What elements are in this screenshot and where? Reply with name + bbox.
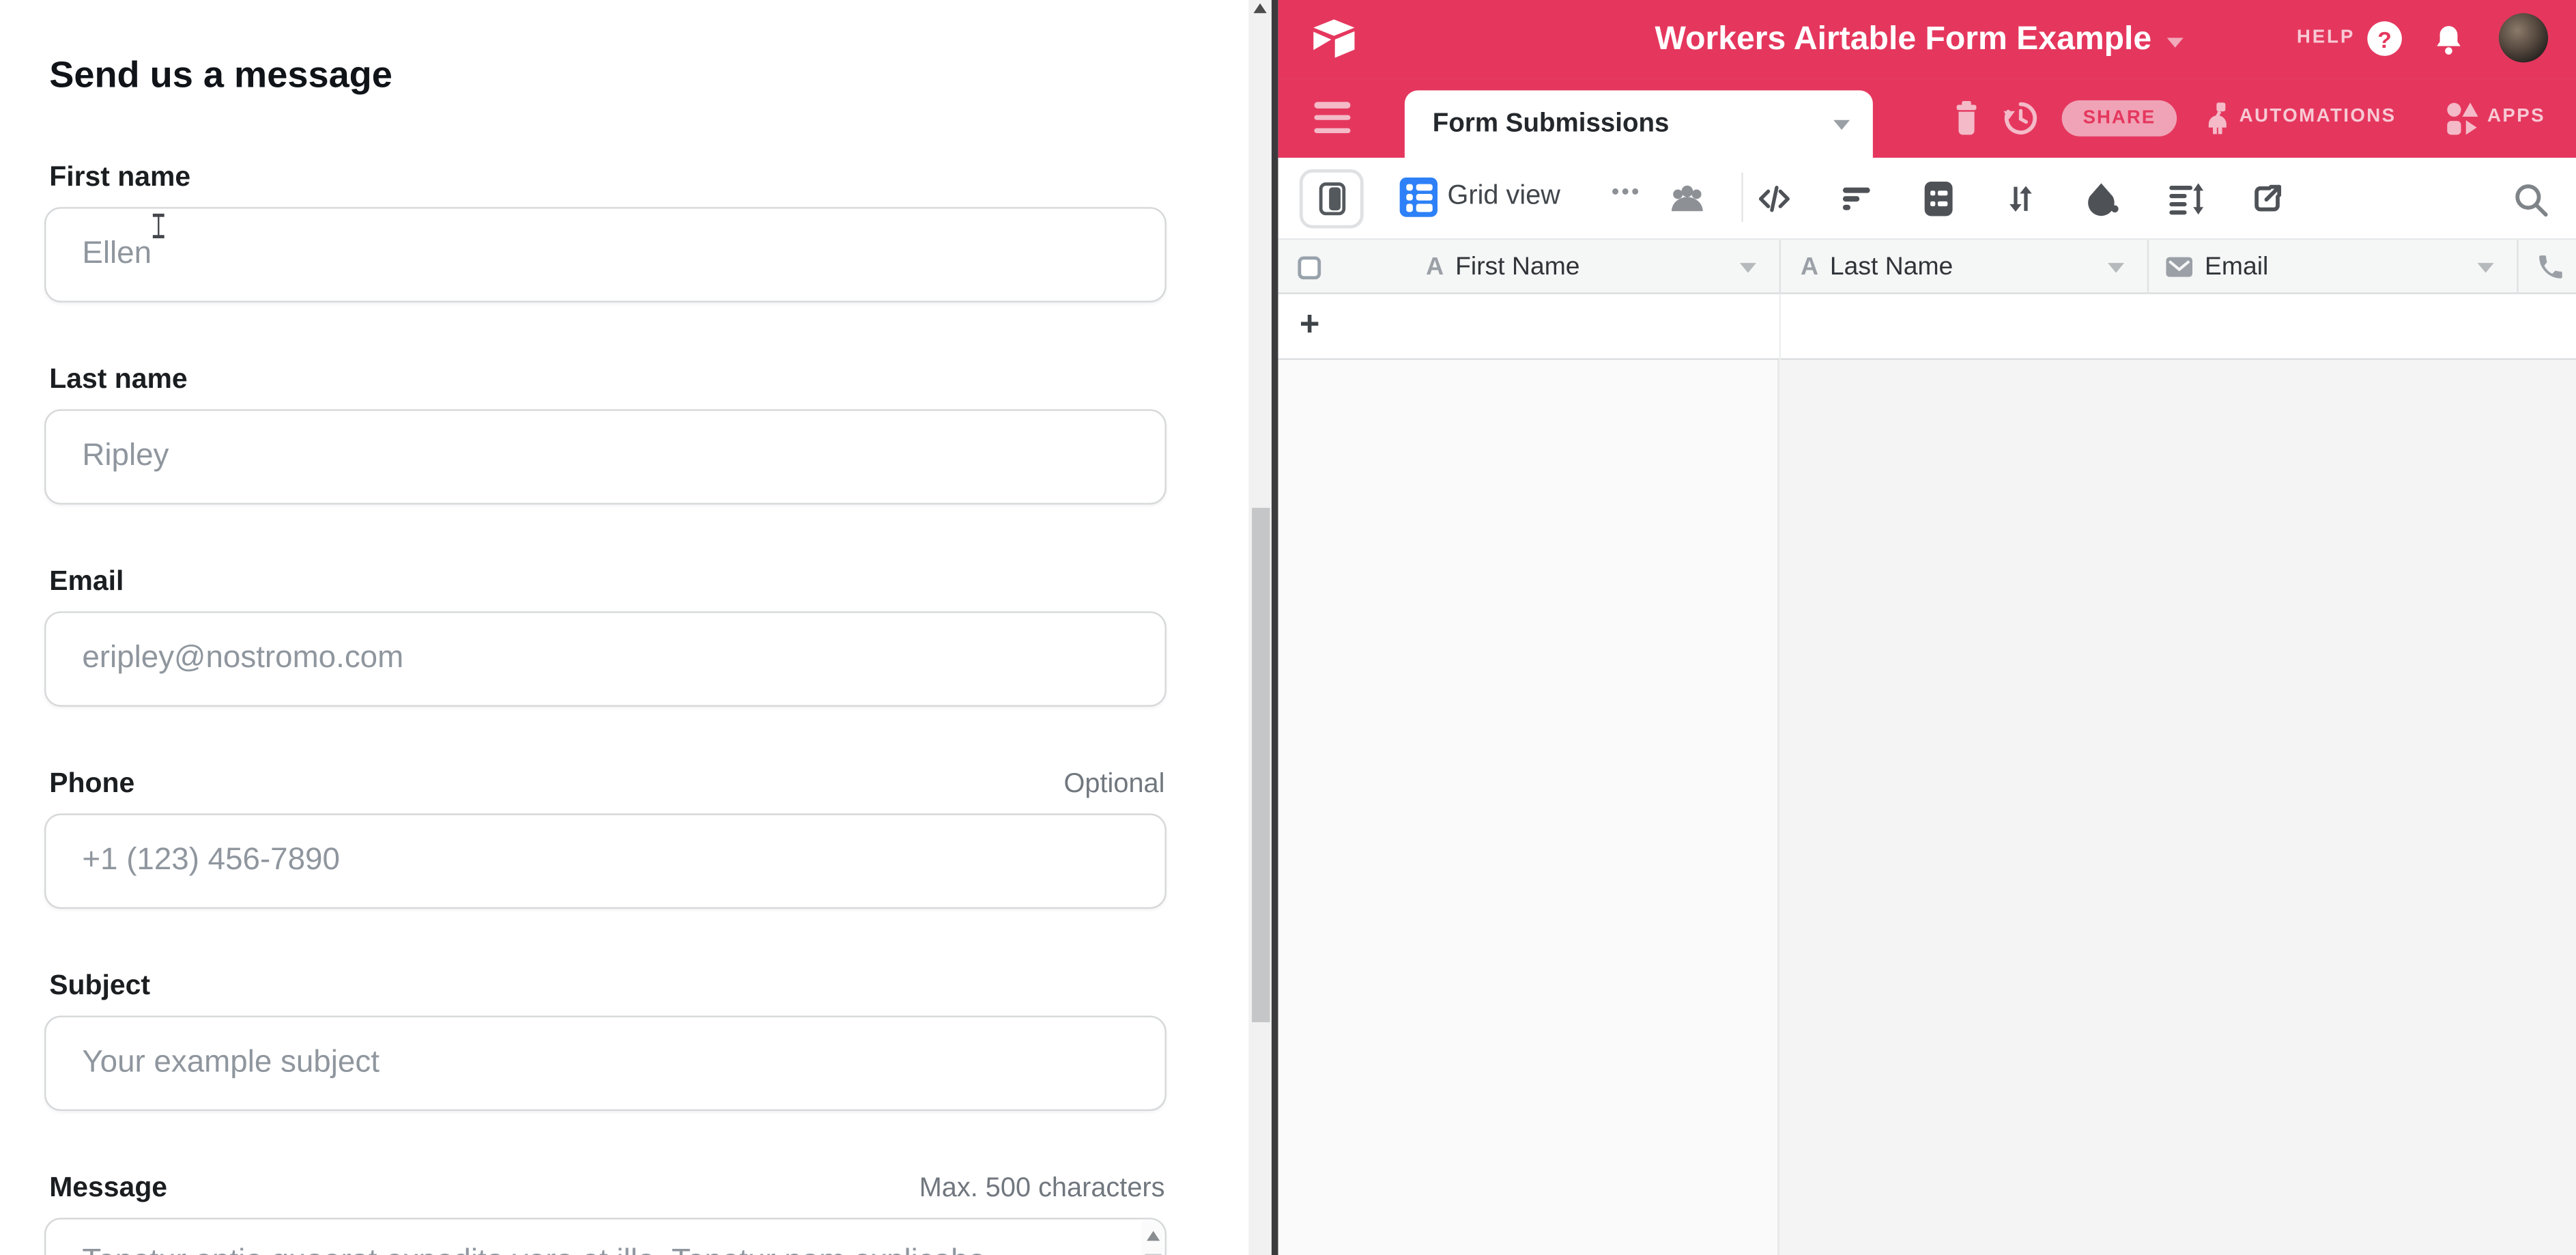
subject-input[interactable] bbox=[44, 1015, 1167, 1111]
column-header-last-name[interactable]: A Last Name bbox=[1801, 240, 1953, 294]
automations-button[interactable]: AUTOMATIONS bbox=[2239, 106, 2396, 126]
tab-caret-icon[interactable] bbox=[1833, 119, 1850, 128]
page-scrollbar-thumb[interactable] bbox=[1251, 508, 1269, 1022]
column-caret-icon[interactable] bbox=[2478, 262, 2494, 272]
apps-button[interactable]: APPS bbox=[2487, 106, 2545, 126]
row-height-icon[interactable] bbox=[2165, 179, 2205, 218]
view-more-options-button[interactable]: ••• bbox=[1612, 179, 1642, 203]
column-header-first-name[interactable]: A First Name bbox=[1426, 240, 1579, 294]
add-row-button[interactable]: + bbox=[1300, 306, 1320, 346]
search-icon[interactable] bbox=[2510, 179, 2550, 218]
field-subject: Subject bbox=[44, 970, 1167, 1111]
view-toolbar: Grid view ••• bbox=[1278, 158, 2576, 240]
column-header-phone[interactable]: Phone bbox=[2536, 240, 2576, 294]
contact-form-pane: Send us a message First name Last name E… bbox=[0, 0, 1248, 1255]
add-row-strip[interactable]: + bbox=[1278, 294, 2576, 360]
email-input[interactable] bbox=[44, 611, 1167, 707]
automations-icon[interactable] bbox=[2203, 102, 2235, 137]
field-last-name: Last name bbox=[44, 363, 1167, 505]
window-divider bbox=[1272, 0, 1278, 1255]
grid-area: A First Name A Last Name Email bbox=[1278, 240, 2576, 1255]
column-header-email[interactable]: Email bbox=[2165, 240, 2268, 294]
page-scrollbar[interactable] bbox=[1248, 0, 1272, 1255]
share-view-icon[interactable] bbox=[2248, 179, 2287, 218]
filter-icon[interactable] bbox=[1837, 179, 1876, 218]
field-message: Message Max. 500 characters Tenetur opti… bbox=[44, 1172, 1167, 1255]
email-label: Email bbox=[49, 565, 124, 598]
airtable-pane: Workers Airtable Form Example HELP ? For… bbox=[1278, 0, 2576, 1255]
first-name-input[interactable] bbox=[44, 207, 1167, 302]
views-sidebar-toggle-button[interactable] bbox=[1300, 169, 1364, 229]
scroll-up-arrow-icon[interactable] bbox=[1147, 1231, 1160, 1241]
message-textarea[interactable]: Tenetur optio quaerat expedita vero et i… bbox=[44, 1218, 1167, 1255]
text-field-type-icon: A bbox=[1426, 253, 1444, 281]
share-button[interactable]: SHARE bbox=[2062, 100, 2177, 137]
message-maxlength-hint: Max. 500 characters bbox=[919, 1174, 1165, 1205]
email-field-type-icon bbox=[2165, 256, 2193, 277]
column-caret-icon[interactable] bbox=[2108, 262, 2124, 272]
column-header-row: A First Name A Last Name Email bbox=[1278, 240, 2576, 294]
scroll-up-arrow-icon[interactable] bbox=[1253, 3, 1266, 13]
airtable-tabbar: Form Submissions SHARE bbox=[1278, 79, 2576, 158]
view-name[interactable]: Grid view bbox=[1447, 181, 1560, 212]
text-cursor-icon bbox=[151, 214, 166, 238]
grid-view-icon bbox=[1400, 178, 1437, 217]
screenshot-stage: Send us a message First name Last name E… bbox=[0, 0, 2576, 1255]
tab-form-submissions[interactable]: Form Submissions bbox=[1405, 90, 1873, 158]
collaborators-icon[interactable] bbox=[1668, 179, 1707, 218]
hide-fields-icon[interactable] bbox=[1755, 179, 1794, 218]
phone-field-type-icon bbox=[2536, 253, 2564, 281]
trash-icon[interactable] bbox=[1951, 100, 1981, 137]
apps-icon[interactable] bbox=[2446, 102, 2479, 137]
color-icon[interactable] bbox=[2083, 179, 2123, 218]
help-button[interactable]: HELP bbox=[2297, 28, 2355, 48]
select-all-checkbox[interactable] bbox=[1298, 255, 1321, 279]
grid-empty-area bbox=[1278, 360, 2576, 1255]
last-name-input[interactable] bbox=[44, 409, 1167, 505]
first-name-label: First name bbox=[49, 161, 190, 194]
base-title-caret-icon[interactable] bbox=[2166, 37, 2183, 46]
notifications-bell-icon[interactable] bbox=[2430, 20, 2467, 59]
form-title: Send us a message bbox=[49, 54, 392, 97]
phone-input[interactable] bbox=[44, 813, 1167, 909]
base-title[interactable]: Workers Airtable Form Example bbox=[1655, 20, 2152, 58]
airtable-topbar: Workers Airtable Form Example HELP ? bbox=[1278, 0, 2576, 79]
user-avatar[interactable] bbox=[2499, 13, 2548, 62]
subject-label: Subject bbox=[49, 970, 150, 1002]
column-caret-icon[interactable] bbox=[1740, 262, 1756, 272]
toolbar-divider bbox=[1741, 173, 1743, 222]
field-phone: Phone Optional bbox=[44, 767, 1167, 909]
text-field-type-icon: A bbox=[1801, 253, 1818, 281]
field-first-name: First name bbox=[44, 161, 1167, 302]
last-name-label: Last name bbox=[49, 363, 187, 396]
message-placeholder: Tenetur optio quaerat expedita vero et i… bbox=[82, 1243, 1125, 1255]
phone-label: Phone bbox=[49, 767, 134, 800]
menu-hamburger-icon[interactable] bbox=[1315, 102, 1351, 135]
group-icon[interactable] bbox=[1919, 179, 1958, 218]
sidebar-icon bbox=[1319, 182, 1345, 215]
history-icon[interactable] bbox=[2003, 100, 2039, 137]
message-scrollbar[interactable] bbox=[1142, 1221, 1163, 1255]
message-label: Message bbox=[49, 1172, 167, 1204]
sort-icon[interactable] bbox=[2001, 179, 2041, 218]
help-icon[interactable]: ? bbox=[2367, 21, 2402, 56]
phone-optional-hint: Optional bbox=[1064, 769, 1165, 800]
field-email: Email bbox=[44, 565, 1167, 707]
